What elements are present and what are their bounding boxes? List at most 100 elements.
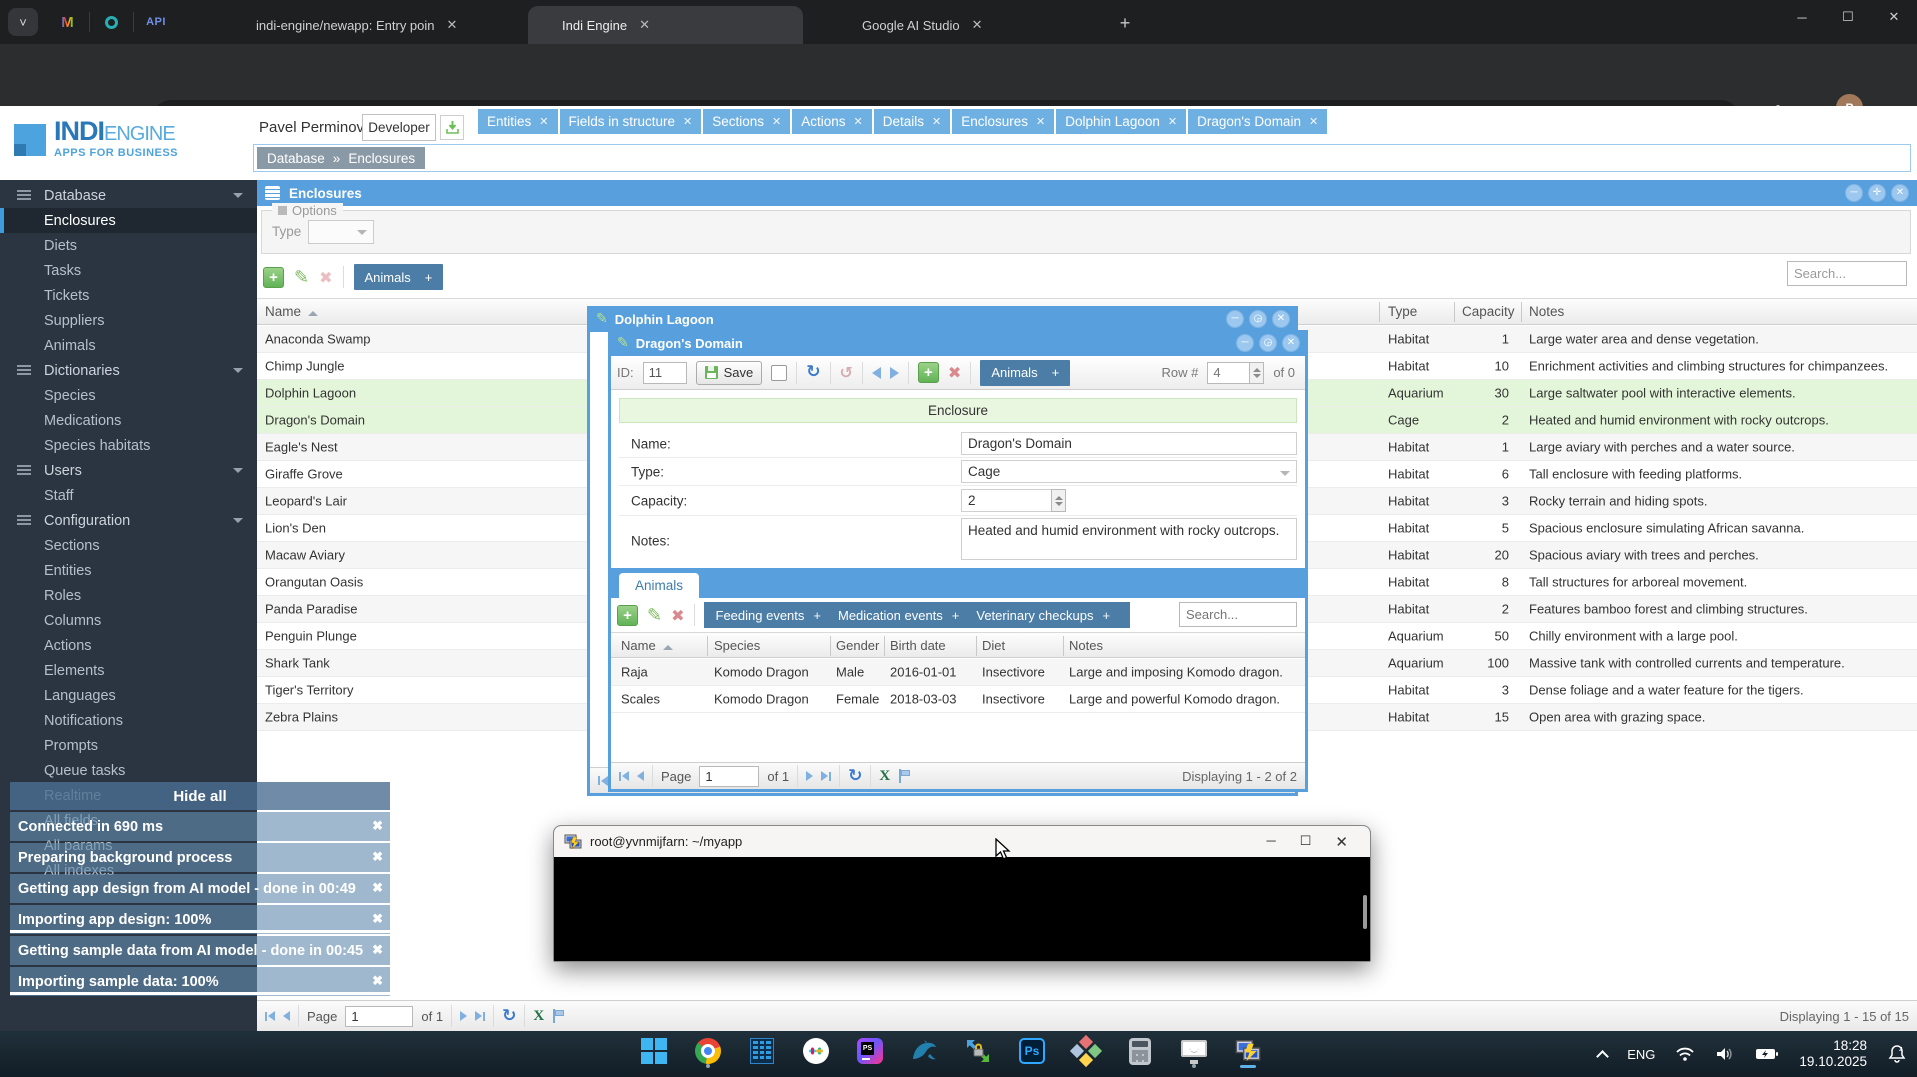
session-tab-close-icon[interactable]: ✕ <box>932 115 941 128</box>
browser-tab[interactable]: indi-engine/newapp: Entry poin ✕ <box>222 6 502 44</box>
tray-expand-icon[interactable] <box>1596 1050 1609 1063</box>
table-row[interactable]: Scales Komodo Dragon Female 2018-03-03 I… <box>611 686 1305 713</box>
panel-popout-icon[interactable]: ✛ <box>1868 184 1886 202</box>
add-animal-button[interactable]: + <box>617 605 638 626</box>
taskbar-winscp-icon[interactable] <box>964 1036 992 1066</box>
row-number-stepper[interactable] <box>1207 362 1264 384</box>
window-maximize-button[interactable]: ☐ <box>1825 0 1871 34</box>
taskbar-server-rack-icon[interactable] <box>748 1036 776 1066</box>
id-input[interactable] <box>643 362 687 384</box>
next-record-icon[interactable] <box>890 367 899 379</box>
import-button[interactable] <box>440 115 464 140</box>
column-header-diet[interactable]: Diet <box>982 638 1005 653</box>
type-filter-select[interactable] <box>308 220 374 244</box>
restore-icon[interactable]: ◶ <box>1249 310 1267 328</box>
sidebar-item[interactable]: Medications <box>0 408 257 433</box>
taskbar-chrome-icon[interactable] <box>694 1036 722 1066</box>
sidebar-item[interactable]: Roles <box>0 583 257 608</box>
table-row[interactable]: Raja Komodo Dragon Male 2016-01-01 Insec… <box>611 659 1305 686</box>
column-header-birth-date[interactable]: Birth date <box>890 638 946 653</box>
role-select[interactable]: Developer <box>362 114 436 141</box>
session-tab[interactable]: Entities ✕ <box>478 109 558 134</box>
toast-close-icon[interactable]: ✖ <box>372 942 383 958</box>
language-indicator[interactable]: ENG <box>1627 1047 1655 1062</box>
next-page-icon[interactable] <box>806 771 813 781</box>
first-page-icon[interactable] <box>619 771 629 781</box>
window-minimize-button[interactable]: ─ <box>1779 0 1825 34</box>
edit-row-icon[interactable]: ✎ <box>294 267 309 288</box>
new-tab-button[interactable]: + <box>1112 10 1138 36</box>
name-field[interactable]: Dragon's Domain <box>961 432 1297 455</box>
refresh-icon[interactable]: ↻ <box>502 1008 516 1025</box>
tab-search-button[interactable]: ˅ <box>8 8 38 36</box>
session-tab[interactable]: Fields in structure ✕ <box>560 109 702 134</box>
capacity-stepper[interactable]: 2 <box>961 489 1066 512</box>
add-row-button[interactable]: + <box>263 267 284 288</box>
relation-button[interactable]: Medication events + <box>838 608 967 623</box>
session-tab-close-icon[interactable]: ✕ <box>1036 115 1045 128</box>
session-tab-close-icon[interactable]: ✕ <box>1168 115 1177 128</box>
spinner-arrows-icon[interactable] <box>1051 489 1066 512</box>
panel-close-icon[interactable]: ✕ <box>1891 184 1909 202</box>
subgrid-search-input[interactable] <box>1179 602 1297 627</box>
relation-button[interactable]: Feeding events + <box>716 608 830 623</box>
session-tab[interactable]: Sections ✕ <box>703 109 790 134</box>
session-tab[interactable]: Dragon's Domain ✕ <box>1188 109 1327 134</box>
chevron-down-icon[interactable] <box>233 468 243 473</box>
column-header-capacity[interactable]: Capacity <box>1462 304 1515 319</box>
column-header-type[interactable]: Type <box>1388 304 1417 319</box>
terminal-maximize-icon[interactable]: ☐ <box>1300 833 1312 851</box>
browser-tab[interactable]: Google AI Studio ✕ <box>828 6 1090 44</box>
sidebar-item[interactable]: Enclosures <box>0 208 257 233</box>
session-tab[interactable]: Dolphin Lagoon ✕ <box>1056 109 1186 134</box>
chevron-down-icon[interactable] <box>233 193 243 198</box>
sidebar-item[interactable]: Entities <box>0 558 257 583</box>
browser-tab[interactable]: Indi Engine ✕ <box>528 6 803 44</box>
taskbar-photoshop-icon[interactable]: Ps <box>1018 1036 1046 1066</box>
sidebar-item[interactable]: Notifications <box>0 708 257 733</box>
session-tab-close-icon[interactable]: ✕ <box>539 115 548 128</box>
next-page-icon[interactable] <box>460 1011 467 1021</box>
panel-minimize-icon[interactable]: ─ <box>1845 184 1863 202</box>
terminal-minimize-icon[interactable]: ─ <box>1267 833 1276 851</box>
delete-row-icon[interactable]: ✖ <box>319 268 332 287</box>
notes-textarea[interactable]: Heated and humid environment with rocky … <box>961 518 1297 560</box>
minimize-icon[interactable]: ─ <box>1226 310 1244 328</box>
column-header-name[interactable]: Name <box>265 304 318 319</box>
taskbar-windows-start-icon[interactable] <box>640 1036 668 1066</box>
taskbar-putty-icon[interactable] <box>1234 1036 1262 1066</box>
prev-page-icon[interactable] <box>283 1011 290 1021</box>
taskbar-slack-icon[interactable] <box>802 1036 830 1066</box>
session-tab[interactable]: Details ✕ <box>874 109 950 134</box>
sidebar-item[interactable]: Columns <box>0 608 257 633</box>
sidebar-item[interactable]: Suppliers <box>0 308 257 333</box>
session-tab-close-icon[interactable]: ✕ <box>683 115 692 128</box>
stay-checkbox[interactable] <box>771 365 787 381</box>
sidebar-item[interactable]: Diets <box>0 233 257 258</box>
add-record-button[interactable]: + <box>918 362 939 383</box>
column-header-notes[interactable]: Notes <box>1069 638 1103 653</box>
breadcrumb[interactable]: Database » Enclosures <box>257 147 425 169</box>
battery-icon[interactable] <box>1755 1047 1779 1061</box>
sidebar-item[interactable]: Actions <box>0 633 257 658</box>
first-page-icon[interactable] <box>598 776 608 786</box>
animals-relation-button[interactable]: Animals + <box>980 360 1070 386</box>
restore-icon[interactable]: ◶ <box>1259 334 1277 352</box>
sidebar-item[interactable]: Dictionaries <box>0 358 257 383</box>
sidebar-item[interactable]: Tickets <box>0 283 257 308</box>
tab-close-icon[interactable]: ✕ <box>968 17 987 33</box>
prev-page-icon[interactable] <box>637 771 644 781</box>
excel-export-icon[interactable]: X <box>879 768 890 785</box>
toast-close-icon[interactable]: ✖ <box>372 849 383 865</box>
relation-button[interactable]: Veterinary checkups + <box>976 608 1118 623</box>
terminal-body[interactable]: mysql> UPDATE `enclosure` SET `type` = "… <box>554 857 1370 962</box>
pinned-tab-gmail[interactable]: M <box>46 12 90 32</box>
tab-close-icon[interactable]: ✕ <box>443 17 462 33</box>
toast-close-icon[interactable]: ✖ <box>372 973 383 989</box>
sidebar-item[interactable]: Prompts <box>0 733 257 758</box>
toast-close-icon[interactable]: ✖ <box>372 818 383 834</box>
undo-icon[interactable]: ↺ <box>840 363 853 382</box>
chevron-down-icon[interactable] <box>233 368 243 373</box>
pinned-tab-api[interactable]: API <box>134 12 178 32</box>
session-tab[interactable]: Actions ✕ <box>792 109 872 134</box>
